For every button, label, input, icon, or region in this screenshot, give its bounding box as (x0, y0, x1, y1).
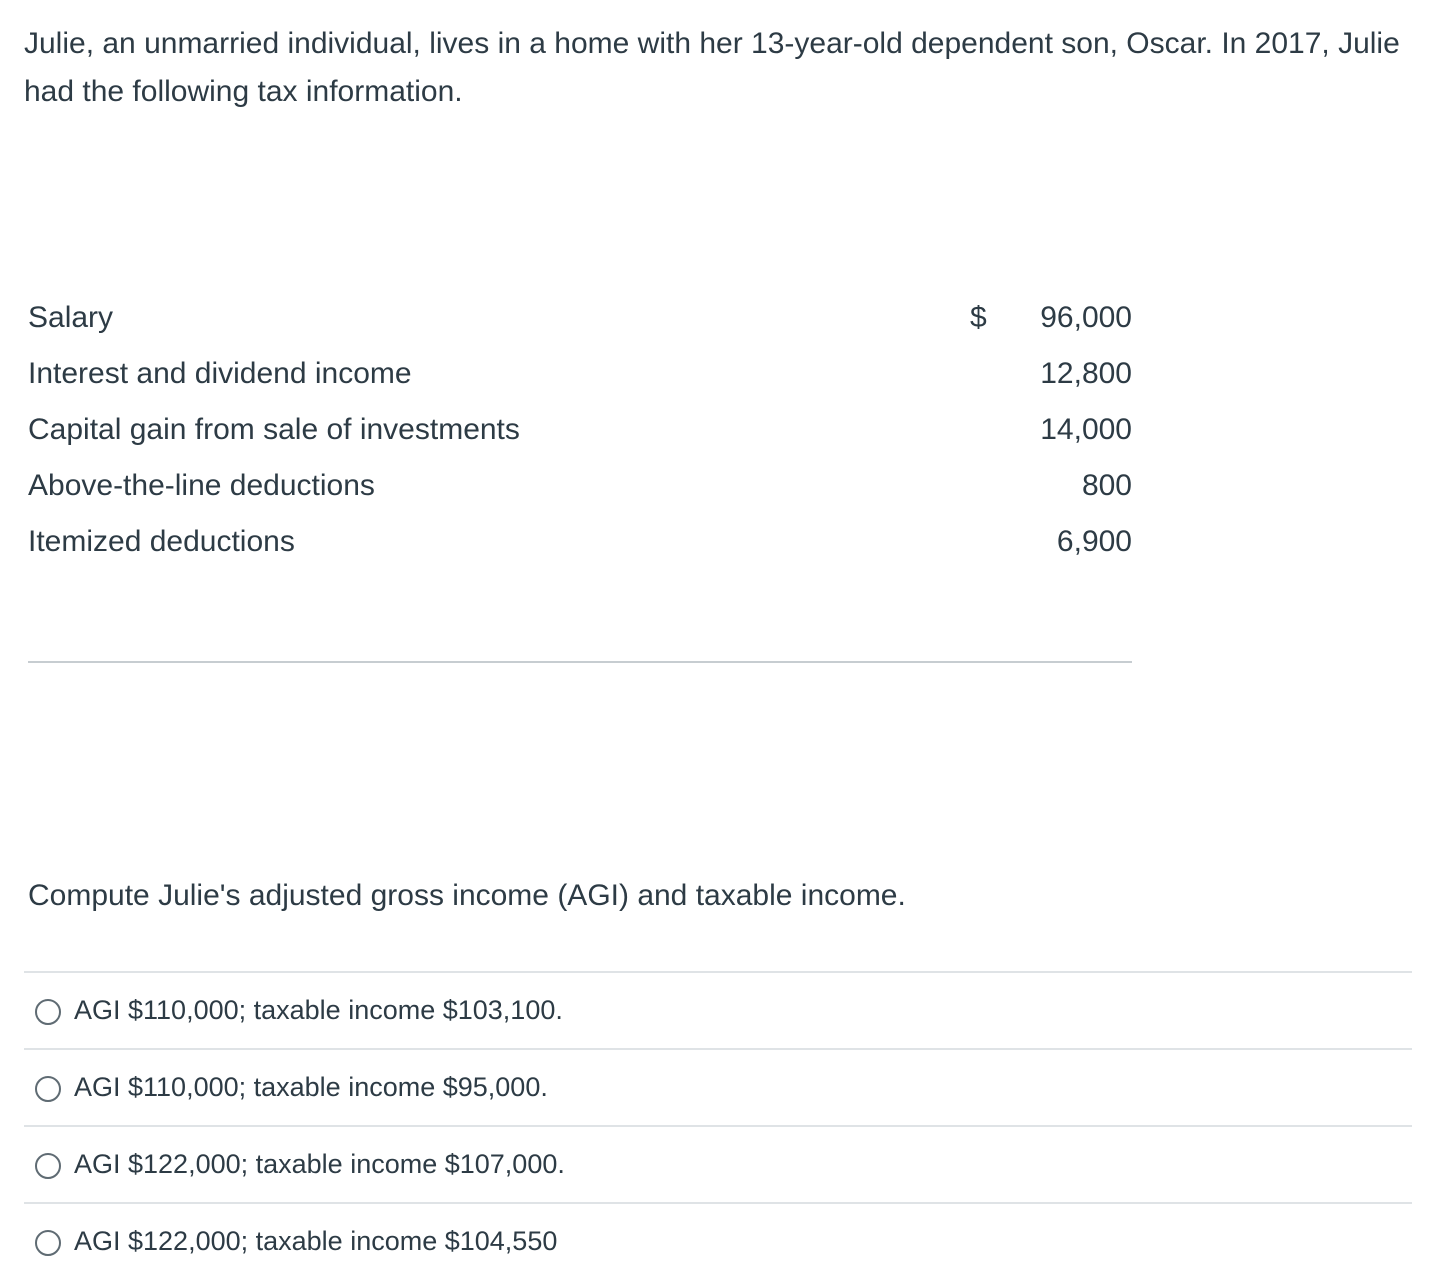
row-amount: 6,900 (1056, 525, 1132, 558)
answer-option-1[interactable]: AGI $110,000; taxable income $103,100. (24, 971, 1412, 1048)
answer-option-2[interactable]: AGI $110,000; taxable income $95,000. (24, 1048, 1412, 1125)
answer-label[interactable]: AGI $122,000; taxable income $104,550 (74, 1204, 557, 1279)
radio-button-icon[interactable] (35, 1153, 61, 1179)
table-row: Above-the-line deductions 800 (28, 458, 1132, 514)
answer-label[interactable]: AGI $110,000; taxable income $103,100. (74, 973, 563, 1048)
radio-button-icon[interactable] (35, 1076, 61, 1102)
table-row: Capital gain from sale of investments 14… (28, 402, 1132, 458)
answer-option-3[interactable]: AGI $122,000; taxable income $107,000. (24, 1125, 1412, 1202)
answer-label[interactable]: AGI $122,000; taxable income $107,000. (74, 1127, 565, 1202)
answer-option-4[interactable]: AGI $122,000; taxable income $104,550 (24, 1202, 1412, 1279)
row-label: Capital gain from sale of investments (28, 413, 520, 446)
row-amount: 96,000 (1040, 301, 1132, 334)
tax-info-table: Salary $ 96,000 Interest and dividend in… (28, 290, 1132, 570)
row-label: Salary (28, 301, 114, 334)
radio-button-icon[interactable] (35, 1230, 61, 1256)
row-label: Interest and dividend income (28, 357, 412, 390)
table-row: Itemized deductions 6,900 (28, 514, 1132, 570)
answer-list: AGI $110,000; taxable income $103,100. A… (24, 971, 1412, 1279)
question-prompt: Compute Julie's adjusted gross income (A… (28, 879, 906, 912)
row-amount: 800 (1081, 469, 1132, 502)
row-label: Above-the-line deductions (28, 469, 375, 502)
answer-label[interactable]: AGI $110,000; taxable income $95,000. (74, 1050, 548, 1125)
question-intro: Julie, an unmarried individual, lives in… (24, 27, 1400, 108)
row-amount: 14,000 (1040, 413, 1132, 446)
row-amount: 12,800 (1040, 357, 1132, 390)
radio-button-icon[interactable] (35, 999, 61, 1025)
table-divider (28, 661, 1132, 663)
row-label: Itemized deductions (28, 525, 295, 558)
table-row: Salary $ 96,000 (28, 290, 1132, 346)
table-row: Interest and dividend income 12,800 (28, 346, 1132, 402)
currency-symbol: $ (970, 301, 987, 334)
